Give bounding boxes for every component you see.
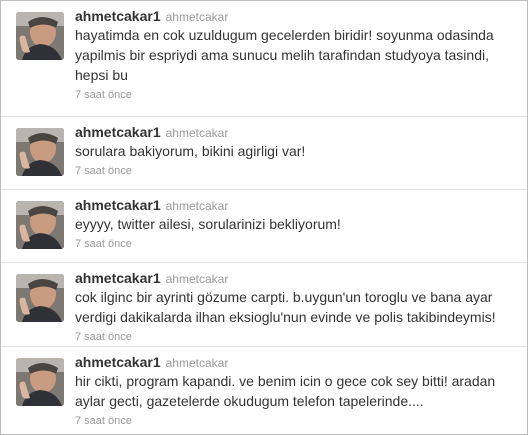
full-name: ahmetcakar	[165, 126, 229, 140]
tweet-item: ahmetcakar1 ahmetcakar cok ilginc bir ayr…	[1, 263, 527, 347]
tweet-text-line: cok ilginc bir ayrinti gözume carpti. b.…	[75, 289, 493, 305]
user-avatar-icon[interactable]	[16, 274, 64, 322]
full-name: ahmetcakar	[165, 356, 229, 370]
screen-name-link[interactable]: ahmetcakar1	[75, 270, 161, 286]
tweet-text-line: eyyyy, twitter ailesi, sorularinizi bekl…	[75, 216, 341, 232]
screen-name-link[interactable]: ahmetcakar1	[75, 197, 161, 213]
timestamp-link[interactable]: 7 saat önce	[75, 329, 132, 345]
full-name: ahmetcakar	[165, 199, 229, 213]
tweet-timeline: ahmetcakar1 ahmetcakar hayatimda en cok u…	[0, 0, 528, 435]
screen-name-link[interactable]: ahmetcakar1	[75, 8, 161, 24]
timestamp-link[interactable]: 7 saat önce	[75, 87, 132, 103]
full-name: ahmetcakar	[165, 10, 229, 24]
tweet-item: ahmetcakar1 ahmetcakar hayatimda en cok u…	[1, 1, 527, 117]
screen-name-link[interactable]: ahmetcakar1	[75, 354, 161, 370]
user-avatar-icon[interactable]	[16, 358, 64, 406]
timestamp-link[interactable]: 7 saat önce	[75, 236, 132, 252]
timestamp-link[interactable]: 7 saat önce	[75, 413, 132, 429]
tweet-text-line: yapilmis bir espriydi ama sunucu melih t…	[75, 47, 489, 63]
tweet-text-line: sorulara bakiyorum, bikini agirligi var!	[75, 143, 306, 159]
timestamp-link[interactable]: 7 saat önce	[75, 163, 132, 179]
tweet-item: ahmetcakar1 ahmetcakar hir cikti, program…	[1, 347, 527, 434]
user-avatar-icon[interactable]	[16, 201, 64, 249]
tweet-item: ahmetcakar1 ahmetcakar sorulara bakiyorum…	[1, 117, 527, 190]
tweet-text-line: hepsi bu	[75, 67, 128, 83]
user-avatar-icon[interactable]	[16, 128, 64, 176]
full-name: ahmetcakar	[165, 272, 229, 286]
tweet-text-line: verdigi dakikalarda ilhan eksioglu'nun e…	[75, 309, 496, 325]
tweet-text-line: aylar gecti, gazetelerde okudugum telefo…	[75, 393, 424, 409]
user-avatar-icon[interactable]	[16, 12, 64, 60]
screen-name-link[interactable]: ahmetcakar1	[75, 124, 161, 140]
tweet-text-line: hayatimda en cok uzuldugum gecelerden bi…	[75, 27, 494, 43]
tweet-item: ahmetcakar1 ahmetcakar eyyyy, twitter ail…	[1, 190, 527, 263]
tweet-text-line: hir cikti, program kapandi. ve benim ici…	[75, 373, 496, 389]
